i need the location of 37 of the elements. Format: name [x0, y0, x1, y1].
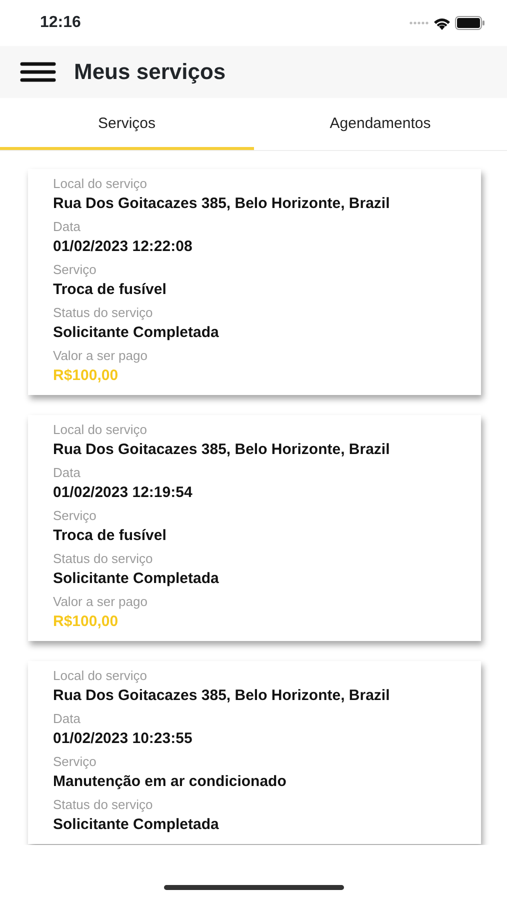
- field-value: Rua Dos Goitacazes 385, Belo Horizonte, Brazil: [53, 686, 391, 706]
- field-label: Data: [53, 710, 82, 728]
- field-label: Local do serviço: [53, 667, 148, 685]
- field-label: Serviço: [53, 507, 98, 525]
- field-value: Troca de fusível: [53, 526, 168, 546]
- field-value: 01/02/2023 12:19:54: [53, 483, 194, 503]
- field-value: Solicitante Completada: [53, 815, 220, 835]
- field-value: 01/02/2023 10:23:55: [53, 729, 194, 749]
- status-time: 12:16: [40, 13, 81, 33]
- field-label: Status do serviço: [53, 550, 154, 568]
- field-value: Solicitante Completada: [53, 323, 220, 343]
- battery-icon: [455, 16, 485, 30]
- menu-icon[interactable]: [20, 61, 56, 83]
- service-card[interactable]: Local do serviço Rua Dos Goitacazes 385, Belo Horizonte, Brazil Data 01/02/2023 10:23:55 Serviço Manutenção em ar condicionado Status do serviço Solicitante Completada: [28, 661, 481, 844]
- field-value: Solicitante Completada: [53, 569, 220, 589]
- field-label: Local do serviço: [53, 175, 148, 193]
- field-label: Serviço: [53, 261, 98, 279]
- field-value: Troca de fusível: [53, 280, 168, 300]
- field-value: Rua Dos Goitacazes 385, Belo Horizonte, Brazil: [53, 194, 391, 214]
- service-card[interactable]: Local do serviço Rua Dos Goitacazes 385, Belo Horizonte, Brazil Data 01/02/2023 12:19:54 Serviço Troca de fusível Status do serviço Solicitante Completada Valor a ser pago R$100,00: [28, 415, 481, 641]
- field-label: Local do serviço: [53, 421, 148, 439]
- field-label: Serviço: [53, 753, 98, 771]
- wifi-icon: [433, 16, 451, 30]
- field-label: Status do serviço: [53, 304, 154, 322]
- field-label: Data: [53, 218, 82, 236]
- field-value: Manutenção em ar condicionado: [53, 772, 288, 792]
- field-label: Data: [53, 464, 82, 482]
- field-value: Rua Dos Goitacazes 385, Belo Horizonte, Brazil: [53, 440, 391, 460]
- price-value: R$100,00: [53, 366, 120, 386]
- price-value: R$100,00: [53, 612, 120, 632]
- signal-icon: [409, 21, 429, 25]
- field-label: Valor a ser pago: [53, 593, 148, 611]
- field-label: Status do serviço: [53, 796, 154, 814]
- field-label: Valor a ser pago: [53, 347, 148, 365]
- service-card[interactable]: Local do serviço Rua Dos Goitacazes 385, Belo Horizonte, Brazil Data 01/02/2023 12:22:08 Serviço Troca de fusível Status do serviço Solicitante Completada Valor a ser pago R$100,00: [28, 169, 481, 395]
- field-value: 01/02/2023 12:22:08: [53, 237, 194, 257]
- page-title: Meus serviços: [74, 58, 226, 86]
